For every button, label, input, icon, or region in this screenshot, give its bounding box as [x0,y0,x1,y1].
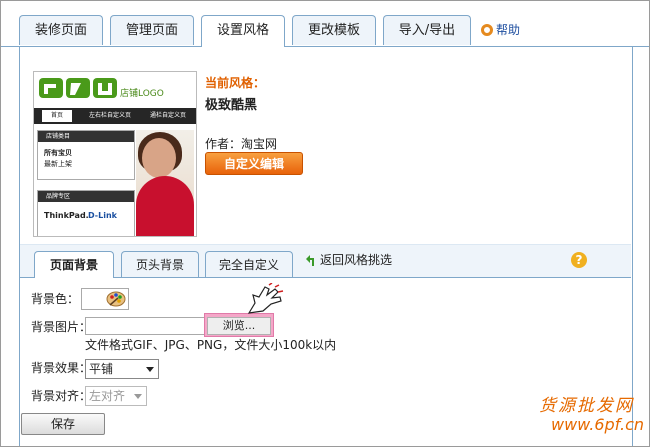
preview-category-box: 店铺类目 所有宝贝 最新上架 [37,130,135,180]
tab-decorate-page[interactable]: 装修页面 [19,15,103,45]
help-link[interactable]: 帮助 [481,21,520,39]
settings-window: 装修页面 管理页面 设置风格 更改模板 导入/导出 帮助 店铺LOGO 首页 左… [0,0,650,447]
file-format-hint: 文件格式GIF、JPG、PNG，文件大小100k以内 [85,338,337,352]
tab-manage-page[interactable]: 管理页面 [110,15,194,45]
current-style-label: 当前风格： [205,76,266,90]
save-button[interactable]: 保存 [21,413,105,435]
bg-image-label: 背景图片： [31,320,92,334]
preview-brand-title: 品牌专区 [38,191,134,202]
tab-import-export[interactable]: 导入/导出 [383,15,471,45]
tab-set-style[interactable]: 设置风格 [201,15,285,47]
style-author: 作者：淘宝网 [205,137,278,151]
preview-logo-row: 店铺LOGO [34,72,196,104]
question-icon[interactable]: ? [571,252,587,268]
bg-effect-select[interactable]: 平铺 [85,359,159,379]
bg-effect-label: 背景效果： [31,361,92,375]
palette-icon [106,291,126,307]
tab-full-custom[interactable]: 完全自定义 [205,251,293,277]
chevron-down-icon [146,367,154,372]
preview-category-item: 所有宝贝 [44,149,72,157]
preview-nav-custom-full: 通栏自定义页 [149,112,186,119]
preview-banner-image [136,130,194,236]
bg-image-file-field[interactable] [85,317,205,335]
top-tab-bar: 装修页面 管理页面 设置风格 更改模板 导入/导出 帮助 [1,1,649,47]
tab-header-background[interactable]: 页头背景 [121,251,199,277]
bg-color-picker[interactable] [81,288,129,310]
tab-change-template[interactable]: 更改模板 [292,15,376,45]
lifebuoy-icon [481,24,493,36]
back-link-label: 返回风格挑选 [320,253,393,267]
bg-align-label: 背景对齐： [31,389,92,403]
back-to-styles-link[interactable]: 返回风格挑选 [306,251,392,269]
preview-nav-custom-lr: 左右栏自定义页 [88,112,131,119]
chevron-down-icon [134,394,142,399]
bg-align-select: 左对齐 [85,386,147,406]
dlink-logo: D-Link [88,211,117,220]
style-preview-thumbnail: 店铺LOGO 首页 左右栏自定义页 通栏自定义页 店铺类目 所有宝贝 最新上架 … [33,71,197,237]
watermark-title: 货源批发网 [539,396,634,416]
preview-category-title: 店铺类目 [38,131,134,142]
current-style-name: 极致酷黑 [205,98,258,113]
watermark-url: www.6pf.cn [551,415,645,434]
preview-brand-box: 品牌专区 ThinkPad. D-Link [37,190,135,236]
help-label: 帮助 [496,23,521,37]
custom-edit-button[interactable]: 自定义编辑 [205,152,303,175]
browse-button-label: 浏览... [207,317,271,335]
bg-effect-value: 平铺 [89,362,114,376]
bg-color-label: 背景色： [31,292,80,306]
back-arrow-icon [306,255,314,266]
thinkpad-logo: ThinkPad. [44,211,89,220]
tab-page-background[interactable]: 页面背景 [34,251,114,278]
browse-button[interactable]: 浏览... [204,313,274,337]
pointer-hand-icon [247,283,284,314]
logo-caption: 店铺LOGO [120,89,164,99]
shop-logo-icon [39,78,117,98]
preview-navbar: 首页 左右栏自定义页 通栏自定义页 [34,108,196,124]
preview-category-item: 最新上架 [44,160,72,168]
bg-align-value: 左对齐 [89,389,126,403]
preview-nav-home: 首页 [42,110,72,122]
